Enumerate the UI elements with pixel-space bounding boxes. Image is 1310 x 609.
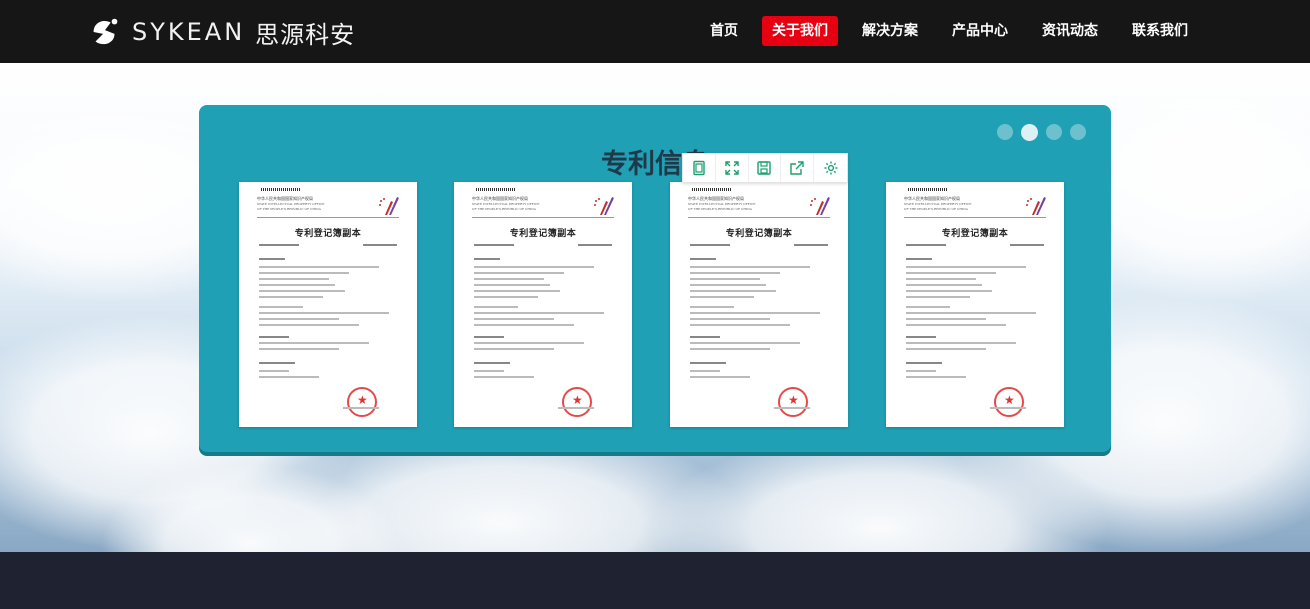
- ip-office-emblem-icon: [379, 197, 399, 215]
- patent-certificate[interactable]: 中华人民共和国国家知识产权局 STATE INTELLECTUAL PROPERT…: [239, 182, 417, 427]
- site-header: SYKEAN 思源科安 首页 关于我们 解决方案 产品中心 资讯动态 联系我们: [0, 0, 1310, 63]
- nav-solutions[interactable]: 解决方案: [852, 16, 928, 46]
- divider: [904, 217, 1046, 218]
- official-seal-icon: [562, 387, 592, 417]
- carousel-dot-3[interactable]: [1046, 124, 1062, 140]
- barcode: [692, 188, 732, 191]
- brand-logo[interactable]: SYKEAN 思源科安: [86, 12, 355, 52]
- official-seal-icon: [347, 387, 377, 417]
- nav-news[interactable]: 资讯动态: [1032, 16, 1108, 46]
- nav-about[interactable]: 关于我们: [762, 16, 838, 46]
- nav-home[interactable]: 首页: [700, 16, 748, 46]
- carousel-dots: [989, 124, 1086, 141]
- barcode: [476, 188, 516, 191]
- barcode: [261, 188, 301, 191]
- image-toolbar: [682, 153, 848, 183]
- share-icon[interactable]: [781, 154, 815, 182]
- carousel-dot-4[interactable]: [1070, 124, 1086, 140]
- ip-office-emblem-icon: [594, 197, 614, 215]
- office-name-en-1: STATE INTELLECTUAL PROPERTY OFFICE: [257, 202, 325, 206]
- office-name-en-1: STATE INTELLECTUAL PROPERTY OFFICE: [472, 202, 540, 206]
- page-footer: [0, 552, 1310, 609]
- official-seal-icon: [778, 387, 808, 417]
- patent-certificate[interactable]: 中华人民共和国国家知识产权局 STATE INTELLECTUAL PROPERT…: [886, 182, 1064, 427]
- patent-panel: 专利信息 中华人民共和国国家知识产权局 STATE INTELLECTUAL PR…: [199, 105, 1111, 452]
- ip-office-emblem-icon: [1026, 197, 1046, 215]
- certificate-title: 专利登记簿副本: [294, 229, 362, 239]
- sykean-logo-icon: [93, 18, 118, 45]
- certificate-title: 专利登记簿副本: [941, 229, 1009, 239]
- barcode: [908, 188, 948, 191]
- office-name-en-2: OF THE PEOPLE'S REPUBLIC OF CHINA: [904, 207, 968, 211]
- patent-certificate[interactable]: 中华人民共和国国家知识产权局 STATE INTELLECTUAL PROPERT…: [670, 182, 848, 427]
- divider: [688, 217, 830, 218]
- nav-contact[interactable]: 联系我们: [1122, 16, 1198, 46]
- divider: [472, 217, 614, 218]
- divider: [257, 217, 399, 218]
- ip-office-emblem-icon: [810, 197, 830, 215]
- brand-name-cn: 思源科安: [255, 20, 356, 49]
- patent-certificate[interactable]: 中华人民共和国国家知识产权局 STATE INTELLECTUAL PROPERT…: [454, 182, 632, 427]
- carousel-dot-2[interactable]: [1021, 124, 1038, 141]
- carousel-dot-1[interactable]: [997, 124, 1013, 140]
- brand-name-en: SYKEAN: [132, 18, 246, 46]
- office-name-en-2: OF THE PEOPLE'S REPUBLIC OF CHINA: [472, 207, 536, 211]
- section-title: 专利信息: [601, 149, 709, 180]
- page-icon[interactable]: [683, 154, 716, 182]
- official-seal-icon: [994, 387, 1024, 417]
- fullscreen-icon[interactable]: [716, 154, 749, 182]
- certificate-title: 专利登记簿副本: [725, 229, 793, 239]
- certificate-title: 专利登记簿副本: [509, 229, 577, 239]
- office-name-en-1: STATE INTELLECTUAL PROPERTY OFFICE: [688, 202, 756, 206]
- settings-icon[interactable]: [814, 154, 847, 182]
- office-name-en-2: OF THE PEOPLE'S REPUBLIC OF CHINA: [257, 207, 321, 211]
- nav-products[interactable]: 产品中心: [942, 16, 1018, 46]
- main-nav: 首页 关于我们 解决方案 产品中心 资讯动态 联系我们: [700, 16, 1212, 46]
- office-name-en-1: STATE INTELLECTUAL PROPERTY OFFICE: [904, 202, 972, 206]
- save-icon[interactable]: [749, 154, 782, 182]
- office-name-en-2: OF THE PEOPLE'S REPUBLIC OF CHINA: [688, 207, 752, 211]
